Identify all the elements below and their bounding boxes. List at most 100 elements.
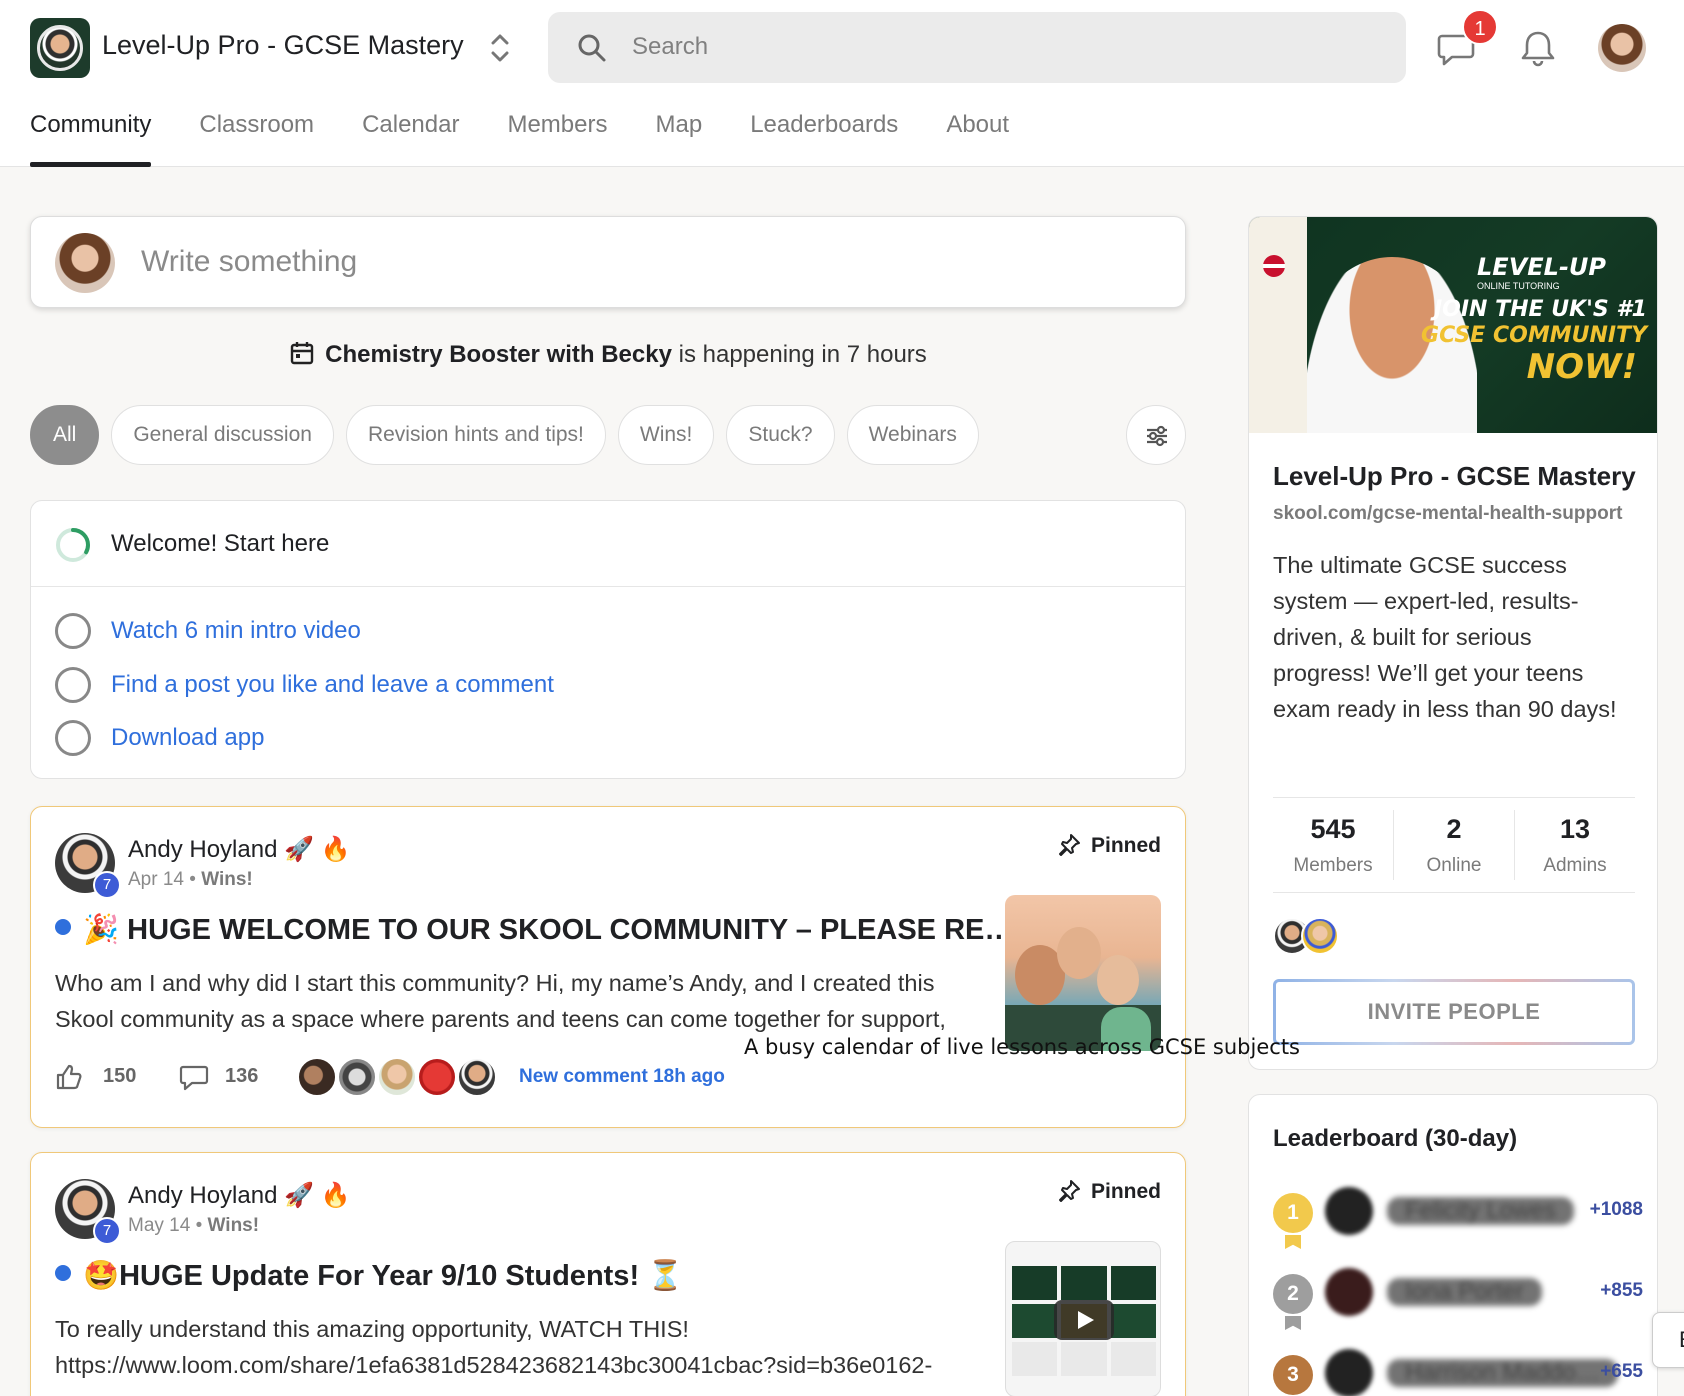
- leaderboard-title[interactable]: Leaderboard (30-day): [1273, 1125, 1517, 1153]
- overlay-caption: A busy calendar of live lessons across G…: [744, 1035, 1300, 1059]
- tab-calendar[interactable]: Calendar: [362, 106, 459, 167]
- tab-about[interactable]: About: [946, 106, 1009, 167]
- event-time: is happening in 7 hours: [671, 341, 927, 368]
- commenter-avatar[interactable]: [297, 1057, 337, 1097]
- author-name[interactable]: Andy Hoyland 🚀 🔥: [128, 1181, 351, 1210]
- user-avatar[interactable]: [1598, 24, 1646, 72]
- like-count: 150: [103, 1065, 137, 1087]
- level-badge: 7: [93, 1217, 121, 1245]
- checkbox-circle-icon[interactable]: [55, 720, 91, 756]
- post-excerpt[interactable]: To really understand this amazing opport…: [55, 1311, 1015, 1383]
- leader-avatar[interactable]: [1325, 1349, 1373, 1396]
- checklist-header[interactable]: Welcome! Start here: [31, 501, 1185, 587]
- tab-map[interactable]: Map: [656, 106, 703, 167]
- checklist-item-label[interactable]: Watch 6 min intro video: [111, 617, 361, 645]
- post-title-text[interactable]: 🤩HUGE Update For Year 9/10 Students! ⏳: [83, 1260, 683, 1292]
- leaderboard-row[interactable]: 3 Harrison Maddo… +655: [1273, 1345, 1643, 1396]
- filter-settings-button[interactable]: [1126, 405, 1186, 465]
- composer-placeholder[interactable]: Write something: [141, 245, 357, 279]
- pin-icon: [1058, 834, 1080, 856]
- post-thumbnail[interactable]: [1005, 895, 1161, 1051]
- progress-ring-icon: [56, 528, 90, 562]
- stat-label: Members: [1293, 855, 1373, 876]
- top-bar: Level-Up Pro - GCSE Mastery 1 Community …: [0, 0, 1684, 167]
- community-banner[interactable]: LEVEL-UP ONLINE TUTORING JOIN THE UK'S #…: [1249, 217, 1657, 433]
- like-icon[interactable]: [55, 1063, 83, 1091]
- about-community-name: Level-Up Pro - GCSE Mastery: [1273, 461, 1636, 491]
- post-title[interactable]: 🤩HUGE Update For Year 9/10 Students! ⏳: [55, 1259, 1015, 1293]
- side-widget-tab[interactable]: E: [1652, 1312, 1684, 1368]
- post-date: Apr 14: [128, 869, 184, 890]
- search-bar[interactable]: [548, 12, 1406, 83]
- bell-icon[interactable]: [1520, 28, 1556, 68]
- post-card[interactable]: 7 Andy Hoyland 🚀 🔥 May 14 • Wins! Pinned…: [30, 1152, 1186, 1396]
- post-excerpt[interactable]: Who am I and why did I start this commun…: [55, 965, 985, 1037]
- new-comment-link[interactable]: New comment 18h ago: [519, 1066, 725, 1088]
- category-chip-webinars[interactable]: Webinars: [846, 405, 979, 465]
- commenter-avatar[interactable]: [337, 1057, 377, 1097]
- stat-members[interactable]: 545 Members: [1273, 810, 1394, 880]
- commenter-avatar[interactable]: [417, 1057, 457, 1097]
- post-meta: Apr 14 • Wins!: [128, 869, 253, 890]
- comment-icon[interactable]: [179, 1063, 209, 1091]
- checklist-item-label[interactable]: Find a post you like and leave a comment: [111, 671, 554, 699]
- post-video-thumbnail[interactable]: [1005, 1241, 1161, 1396]
- leaderboard-row[interactable]: 1 Felicity Lowes +1088: [1273, 1183, 1643, 1249]
- community-logo-icon[interactable]: [30, 18, 90, 78]
- banner-headline-3: NOW!: [1526, 347, 1637, 387]
- author-name-text[interactable]: Andy Hoyland: [128, 836, 277, 863]
- play-button[interactable]: [1054, 1300, 1114, 1340]
- community-about-card: LEVEL-UP ONLINE TUTORING JOIN THE UK'S #…: [1248, 216, 1658, 1070]
- about-community-url[interactable]: skool.com/gcse-mental-health-support: [1273, 503, 1622, 525]
- sliders-icon: [1147, 425, 1167, 447]
- leader-name[interactable]: Harrison Maddo…: [1387, 1359, 1618, 1387]
- post-card[interactable]: 7 Andy Hoyland 🚀 🔥 Apr 14 • Wins! Pinned…: [30, 806, 1186, 1128]
- tab-community[interactable]: Community: [30, 106, 152, 167]
- chevron-updown-icon[interactable]: [484, 28, 516, 68]
- post-category[interactable]: Wins!: [208, 1215, 260, 1236]
- rank-badge: 3: [1273, 1355, 1313, 1395]
- stat-label: Admins: [1543, 855, 1607, 876]
- uk-flag-icon: [1263, 255, 1285, 277]
- tab-members[interactable]: Members: [507, 106, 607, 167]
- stat-admins[interactable]: 13 Admins: [1515, 810, 1635, 880]
- category-chip-general[interactable]: General discussion: [111, 405, 334, 465]
- tab-leaderboards[interactable]: Leaderboards: [750, 106, 898, 167]
- stat-value: 13: [1559, 814, 1591, 844]
- author-name[interactable]: Andy Hoyland 🚀 🔥: [128, 835, 351, 864]
- category-chip-stuck[interactable]: Stuck?: [726, 405, 835, 465]
- banner-brand: LEVEL-UP: [1477, 253, 1606, 281]
- leader-points: +1088: [1589, 1199, 1643, 1220]
- leader-name[interactable]: Iona Porter: [1387, 1278, 1542, 1306]
- leaderboard-row[interactable]: 2 Iona Porter +855: [1273, 1264, 1643, 1330]
- author-emoji: 🚀 🔥: [284, 836, 351, 863]
- checkbox-circle-icon[interactable]: [55, 613, 91, 649]
- category-chip-wins[interactable]: Wins!: [617, 405, 715, 465]
- invite-people-button[interactable]: INVITE PEOPLE: [1273, 979, 1635, 1045]
- leader-avatar[interactable]: [1325, 1268, 1373, 1316]
- checkbox-circle-icon[interactable]: [55, 667, 91, 703]
- stat-online[interactable]: 2 Online: [1394, 810, 1515, 880]
- checklist-item-label[interactable]: Download app: [111, 724, 264, 752]
- upcoming-event[interactable]: Chemistry Booster with Becky is happenin…: [0, 340, 1216, 369]
- leader-name[interactable]: Felicity Lowes: [1387, 1197, 1574, 1225]
- tab-classroom[interactable]: Classroom: [199, 106, 314, 167]
- category-chip-all[interactable]: All: [30, 405, 100, 465]
- commenter-avatar[interactable]: [457, 1057, 497, 1097]
- community-title[interactable]: Level-Up Pro - GCSE Mastery: [102, 30, 464, 61]
- stat-value: 545: [1310, 814, 1356, 844]
- post-title-text[interactable]: 🎉 HUGE WELCOME TO OUR SKOOL COMMUNITY – …: [83, 914, 1015, 946]
- author-name-text[interactable]: Andy Hoyland: [128, 1182, 277, 1209]
- event-name[interactable]: Chemistry Booster with Becky: [325, 341, 672, 368]
- commenter-avatar[interactable]: [377, 1057, 417, 1097]
- post-composer[interactable]: Write something: [30, 216, 1186, 308]
- composer-avatar: [55, 233, 115, 293]
- category-chip-revision[interactable]: Revision hints and tips!: [345, 405, 606, 465]
- community-stats: 545 Members 2 Online 13 Admins: [1273, 797, 1635, 893]
- leader-avatar[interactable]: [1325, 1187, 1373, 1235]
- post-date: May 14: [128, 1215, 191, 1236]
- post-category[interactable]: Wins!: [201, 869, 253, 890]
- post-title[interactable]: 🎉 HUGE WELCOME TO OUR SKOOL COMMUNITY – …: [55, 913, 1015, 947]
- admin-avatar[interactable]: [1301, 917, 1339, 955]
- search-input[interactable]: [632, 27, 1372, 67]
